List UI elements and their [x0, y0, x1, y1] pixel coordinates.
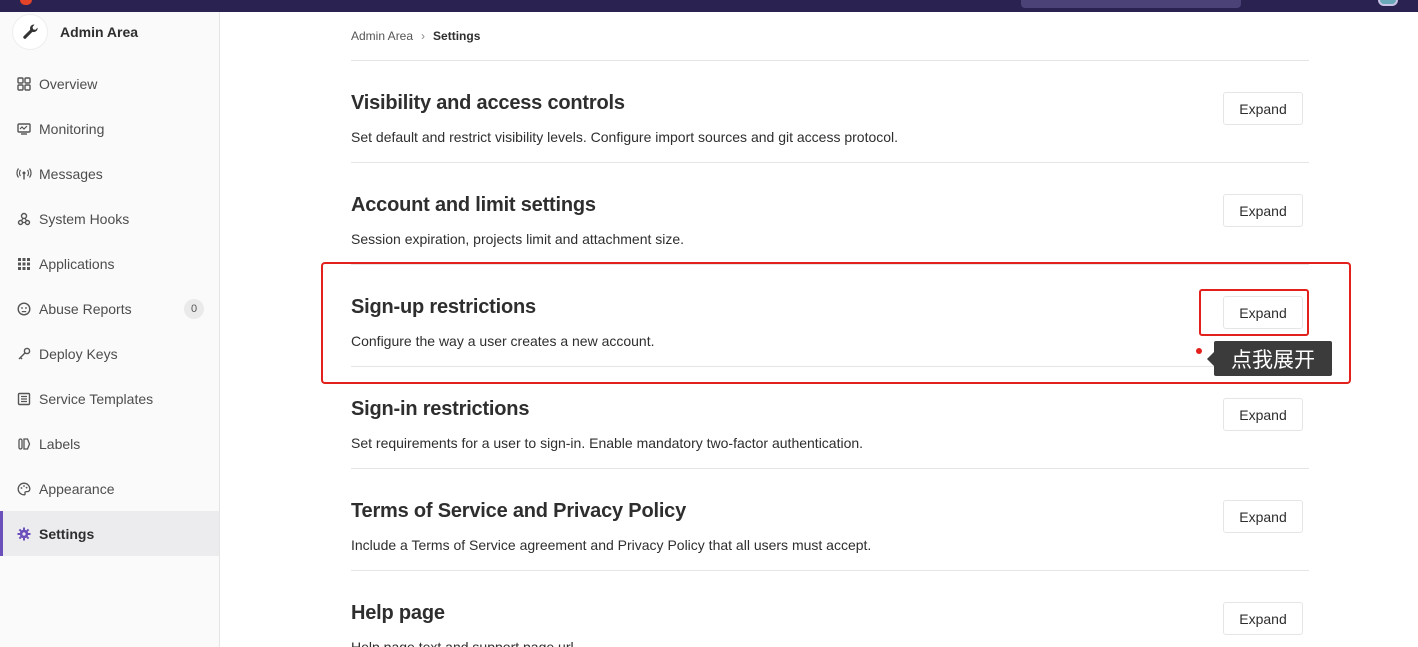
annotation-tooltip: 点我展开: [1207, 341, 1332, 376]
settings-section-account-limits: Account and limit settings Session expir…: [351, 163, 1309, 265]
sidebar-title: Admin Area: [60, 24, 139, 40]
expand-button[interactable]: Expand: [1223, 194, 1303, 227]
sidebar-item-label: System Hooks: [39, 210, 130, 227]
sidebar-item-monitoring[interactable]: Monitoring: [0, 106, 219, 151]
sidebar-item-overview[interactable]: Overview: [0, 61, 219, 106]
label-icon: [16, 436, 32, 452]
sidebar-item-appearance[interactable]: Appearance: [0, 466, 219, 511]
gitlab-logo-icon[interactable]: [20, 0, 32, 5]
expand-button[interactable]: Expand: [1223, 398, 1303, 431]
sidebar-item-label: Settings: [39, 525, 95, 542]
sidebar-item-service-templates[interactable]: Service Templates: [0, 376, 219, 421]
settings-section-visibility: Visibility and access controls Set defau…: [351, 61, 1309, 163]
template-icon: [16, 391, 32, 407]
sidebar-item-settings[interactable]: Settings: [0, 511, 219, 556]
search-input[interactable]: [1021, 0, 1241, 8]
sidebar-nav: Overview Monitoring Messages System Hook…: [0, 61, 219, 556]
section-description: Set default and restrict visibility leve…: [351, 129, 899, 145]
broadcast-icon: [16, 166, 32, 182]
section-description: Session expiration, projects limit and a…: [351, 231, 685, 247]
section-title: Help page: [351, 602, 445, 624]
sidebar-item-abuse-reports[interactable]: Abuse Reports 0: [0, 286, 219, 331]
sidebar-item-applications[interactable]: Applications: [0, 241, 219, 286]
applications-grid-icon: [16, 256, 32, 272]
sidebar-item-label: Deploy Keys: [39, 345, 118, 362]
annotation-highlight-box: [321, 262, 1351, 384]
section-description: Include a Terms of Service agreement and…: [351, 537, 872, 553]
section-description: Help page text and support page url.: [351, 639, 578, 647]
annotation-button-highlight: [1199, 289, 1309, 336]
abuse-reports-count-badge: 0: [184, 298, 204, 319]
sidebar-item-label: Abuse Reports: [39, 300, 132, 317]
monitor-icon: [16, 121, 32, 137]
palette-icon: [16, 481, 32, 497]
breadcrumb-parent-link[interactable]: Admin Area: [351, 29, 413, 43]
sidebar-item-label: Messages: [39, 165, 103, 182]
chevron-right-icon: ›: [421, 29, 426, 43]
breadcrumb-current: Settings: [433, 29, 481, 43]
section-title: Terms of Service and Privacy Policy: [351, 500, 687, 522]
abuse-face-icon: [16, 301, 32, 317]
section-title: Sign-in restrictions: [351, 398, 530, 420]
sidebar-item-label: Overview: [39, 75, 98, 92]
section-title: Account and limit settings: [351, 194, 596, 216]
expand-button[interactable]: Expand: [1223, 500, 1303, 533]
settings-section-help-page: Help page Help page text and support pag…: [351, 571, 1309, 647]
sidebar-item-label: Labels: [39, 435, 81, 452]
sidebar-item-label: Applications: [39, 255, 115, 272]
wrench-icon: [12, 14, 48, 50]
sidebar-item-messages[interactable]: Messages: [0, 151, 219, 196]
sidebar-item-deploy-keys[interactable]: Deploy Keys: [0, 331, 219, 376]
section-title: Visibility and access controls: [351, 92, 625, 114]
sidebar-item-labels[interactable]: Labels: [0, 421, 219, 466]
overview-icon: [16, 76, 32, 92]
key-icon: [16, 346, 32, 362]
top-navbar: [0, 0, 1418, 12]
user-avatar[interactable]: [1378, 0, 1398, 6]
sidebar-item-label: Service Templates: [39, 390, 154, 407]
settings-section-terms-privacy: Terms of Service and Privacy Policy Incl…: [351, 469, 1309, 571]
section-description: Set requirements for a user to sign-in. …: [351, 435, 864, 451]
sidebar-header[interactable]: Admin Area: [0, 12, 219, 52]
annotation-dot: [1196, 348, 1202, 354]
sidebar-item-label: Monitoring: [39, 120, 105, 137]
sidebar-item-label: Appearance: [39, 480, 115, 497]
breadcrumb: Admin Area › Settings: [351, 29, 480, 43]
expand-button[interactable]: Expand: [1223, 602, 1303, 635]
hook-icon: [16, 211, 32, 227]
sidebar-item-system-hooks[interactable]: System Hooks: [0, 196, 219, 241]
gear-icon: [16, 526, 32, 542]
expand-button[interactable]: Expand: [1223, 92, 1303, 125]
